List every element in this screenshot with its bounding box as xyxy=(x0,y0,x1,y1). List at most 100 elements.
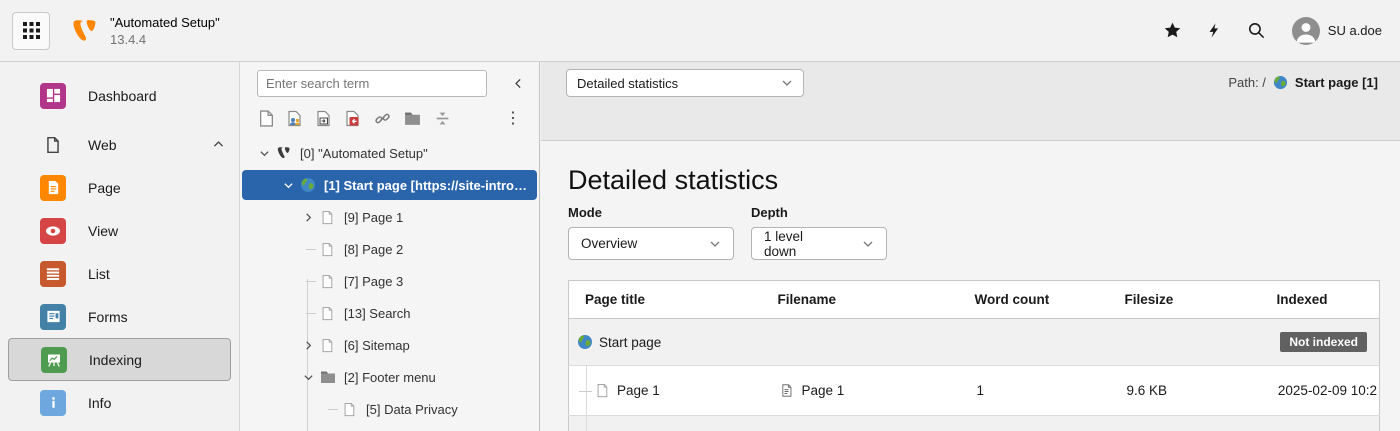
tree-node-footer-menu[interactable]: [2] Footer menu xyxy=(240,361,539,393)
typo3-root-icon xyxy=(276,145,292,161)
page-icon xyxy=(342,402,358,417)
tree-node-search[interactable]: [13] Search xyxy=(240,297,539,329)
tree-node-label: [9] Page 1 xyxy=(344,210,403,225)
apps-grid-button[interactable] xyxy=(12,12,50,50)
collapse-tree-button[interactable] xyxy=(508,73,529,94)
row-indexed-date: 2025-02-09 10:2 xyxy=(1278,383,1377,398)
module-function-select[interactable]: Detailed statistics xyxy=(566,69,804,97)
sidebar-item-label: Forms xyxy=(88,309,128,325)
chevron-down-icon xyxy=(781,77,793,89)
page-icon xyxy=(320,338,336,353)
tree-tick-line xyxy=(579,391,592,392)
sidebar-item-view[interactable]: View xyxy=(0,209,239,252)
tree-search-input[interactable] xyxy=(257,70,487,97)
sidebar-item-info[interactable]: Info xyxy=(0,381,239,424)
indexing-module-icon xyxy=(41,347,67,373)
sidebar-section-label: Web xyxy=(88,137,117,153)
new-mountpoint-page-icon[interactable] xyxy=(345,110,361,127)
document-icon xyxy=(780,383,796,398)
module-content: Detailed statistics Mode Overview Depth … xyxy=(541,141,1400,431)
tree-tick-line xyxy=(306,249,316,250)
user-avatar[interactable] xyxy=(1292,17,1320,45)
new-link-icon[interactable] xyxy=(374,110,391,127)
sidebar-item-forms[interactable]: Forms xyxy=(0,295,239,338)
statistics-table: Page title Filename Word count Filesize … xyxy=(568,280,1380,431)
bookmarks-button[interactable] xyxy=(1152,10,1194,52)
column-header-filename: Filename xyxy=(762,281,959,319)
chevron-down-icon[interactable] xyxy=(280,180,296,191)
sidebar-item-label: Page xyxy=(88,180,121,196)
row-filesize: 9.6 KB xyxy=(1127,383,1168,398)
table-row-partial xyxy=(569,416,1380,431)
chevron-down-icon xyxy=(683,238,721,250)
sidebar-item-dashboard[interactable]: Dashboard xyxy=(0,74,239,117)
sidebar-section-web[interactable]: Web xyxy=(0,123,239,166)
tree-node-start-page[interactable]: [1] Start page [https://site-intro… xyxy=(242,170,537,200)
sidebar-item-list[interactable]: List xyxy=(0,252,239,295)
chevron-down-icon[interactable] xyxy=(300,372,316,383)
doc-header: Detailed statistics Path: / Start page [… xyxy=(541,62,1400,141)
tree-node-label: [5] Data Privacy xyxy=(366,402,458,417)
page-module-icon xyxy=(40,175,66,201)
typo3-logo-icon xyxy=(70,16,100,46)
tree-node-label: [0] "Automated Setup" xyxy=(300,146,428,161)
globe-icon xyxy=(1273,75,1288,90)
tree-kebab-menu[interactable]: ⋮ xyxy=(497,111,529,127)
web-page-icon xyxy=(40,132,66,158)
tree-gutter xyxy=(569,416,587,431)
tree-node-sitemap[interactable]: [6] Sitemap xyxy=(240,329,539,361)
new-page-icon[interactable] xyxy=(259,110,274,127)
sidebar-item-label: Indexing xyxy=(89,352,142,368)
chevron-right-icon[interactable] xyxy=(300,340,316,351)
sidebar-item-label: List xyxy=(88,266,110,282)
chevron-down-icon[interactable] xyxy=(256,148,272,159)
tree-gutter xyxy=(569,366,587,415)
new-shortcut-page-icon[interactable] xyxy=(316,110,332,127)
star-icon xyxy=(1163,21,1182,40)
search-icon xyxy=(1247,21,1266,40)
chevron-right-icon[interactable] xyxy=(300,212,316,223)
tree-node-page-7[interactable]: [7] Page 3 xyxy=(240,265,539,297)
row-filename: Page 1 xyxy=(802,383,845,398)
tree-node-label: [2] Footer menu xyxy=(344,370,436,385)
tree-node-label: [7] Page 3 xyxy=(344,274,403,289)
column-header-page-title: Page title xyxy=(569,281,762,319)
forms-module-icon xyxy=(40,304,66,330)
depth-select[interactable]: 1 level down xyxy=(751,227,887,260)
chevron-down-icon xyxy=(836,238,874,250)
breadcrumb: Path: / Start page [1] xyxy=(1228,75,1378,90)
folder-icon xyxy=(320,370,336,384)
new-backend-user-section-page-icon[interactable] xyxy=(287,110,303,127)
table-header-row: Page title Filename Word count Filesize … xyxy=(569,281,1380,319)
path-label: Path: / xyxy=(1228,75,1266,90)
username-label[interactable]: SU a.doe xyxy=(1328,23,1382,38)
row-page-title: Page 1 xyxy=(617,383,660,398)
person-icon xyxy=(1292,17,1320,45)
tree-tick-line xyxy=(328,409,338,410)
apps-grid-icon xyxy=(23,22,40,39)
site-title-name: "Automated Setup" xyxy=(110,14,220,31)
site-title-version: 13.4.4 xyxy=(110,31,220,48)
info-module-icon xyxy=(40,390,66,416)
page-icon xyxy=(320,242,336,257)
depth-field: Depth 1 level down xyxy=(751,205,887,260)
tree-node-page-8[interactable]: [8] Page 2 xyxy=(240,233,539,265)
sidebar-item-page[interactable]: Page xyxy=(0,166,239,209)
depth-value: 1 level down xyxy=(764,229,836,259)
tree-node-label: [6] Sitemap xyxy=(344,338,410,353)
view-eye-icon xyxy=(40,218,66,244)
tree-node-root[interactable]: [0] "Automated Setup" xyxy=(240,137,539,169)
topbar: "Automated Setup" 13.4.4 SU a.doe xyxy=(0,0,1400,62)
table-row: Start page Not indexed xyxy=(569,319,1380,366)
mode-field: Mode Overview xyxy=(568,205,734,260)
new-spacer-icon[interactable] xyxy=(434,110,451,127)
tree-node-data-privacy[interactable]: [5] Data Privacy xyxy=(240,393,539,425)
search-button[interactable] xyxy=(1236,10,1278,52)
sidebar-item-indexing[interactable]: Indexing xyxy=(8,338,231,381)
new-page-toolbar: ⋮ xyxy=(240,97,539,133)
site-title: "Automated Setup" 13.4.4 xyxy=(110,14,220,48)
new-folder-icon[interactable] xyxy=(404,111,421,126)
mode-select[interactable]: Overview xyxy=(568,227,734,260)
clear-cache-button[interactable] xyxy=(1194,10,1236,52)
tree-node-page-9[interactable]: [9] Page 1 xyxy=(240,201,539,233)
